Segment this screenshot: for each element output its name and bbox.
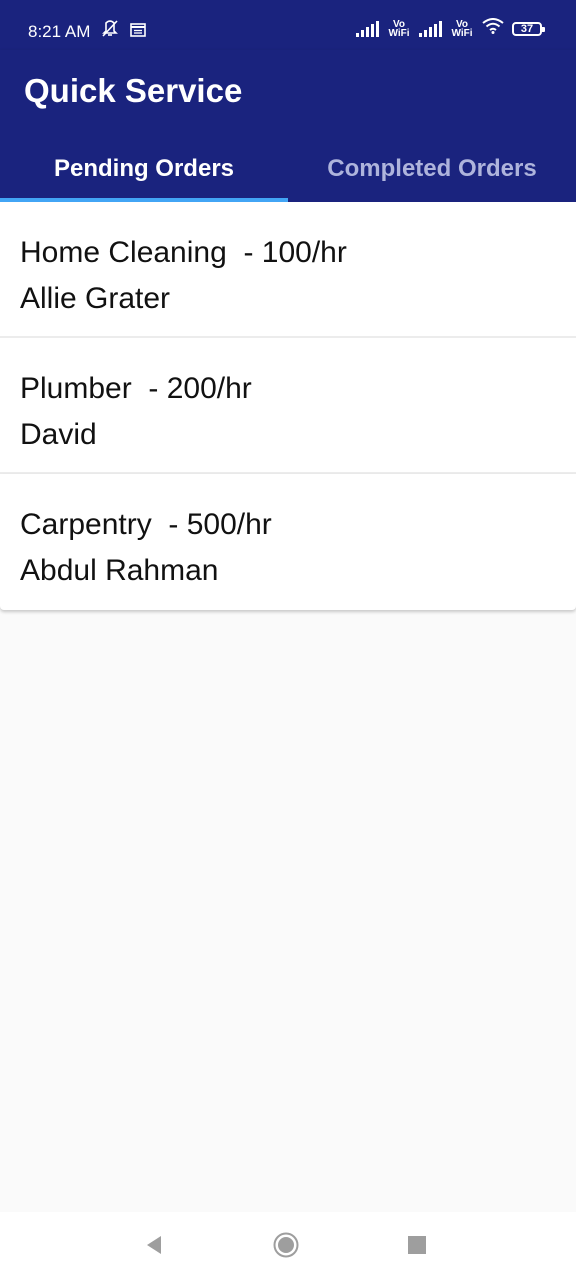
- order-customer: Allie Grater: [20, 282, 171, 315]
- order-card[interactable]: Carpentry - 500/hr Abdul Rahman: [0, 474, 576, 610]
- vowifi-label: Vo WiFi: [388, 18, 410, 39]
- order-service: Home Cleaning - 100/hr: [20, 236, 347, 269]
- order-service: Carpentry - 500/hr: [20, 508, 272, 541]
- mute-icon: [100, 20, 120, 43]
- calendar-icon: [130, 22, 147, 42]
- battery-icon: 37: [512, 21, 545, 36]
- order-customer: Abdul Rahman: [20, 554, 219, 587]
- signal-icon: [419, 20, 442, 37]
- vowifi-label: Vo WiFi: [451, 18, 473, 39]
- orders-list: Home Cleaning - 100/hr Allie Grater Plum…: [0, 202, 576, 610]
- status-bar: 8:21 AM Vo WiFi Vo WiFi 37: [0, 0, 576, 50]
- tab-bar: Pending Orders Completed Orders: [0, 136, 576, 202]
- battery-level: 37: [520, 22, 534, 35]
- clock: 8:21 AM: [28, 21, 91, 41]
- signal-icon: [356, 20, 379, 37]
- home-circle-icon[interactable]: [273, 1232, 299, 1258]
- status-right: Vo WiFi Vo WiFi 37: [356, 18, 545, 39]
- app-bar: Quick Service Pending Orders Completed O…: [0, 50, 576, 202]
- wifi-icon: [482, 18, 504, 39]
- tab-completed-orders[interactable]: Completed Orders: [288, 136, 576, 202]
- tab-label: Completed Orders: [327, 155, 537, 182]
- order-service: Plumber - 200/hr: [20, 372, 252, 405]
- tab-pending-orders[interactable]: Pending Orders: [0, 136, 288, 202]
- navigation-bar: [0, 1212, 576, 1280]
- back-triangle-icon[interactable]: [141, 1232, 167, 1258]
- order-customer: David: [20, 418, 97, 451]
- tab-label: Pending Orders: [53, 155, 235, 182]
- app-title: Quick Service: [24, 72, 243, 109]
- status-left: 8:21 AM: [28, 20, 147, 43]
- recents-square-icon[interactable]: [404, 1232, 430, 1258]
- order-card[interactable]: Plumber - 200/hr David: [0, 338, 576, 474]
- order-card[interactable]: Home Cleaning - 100/hr Allie Grater: [0, 202, 576, 338]
